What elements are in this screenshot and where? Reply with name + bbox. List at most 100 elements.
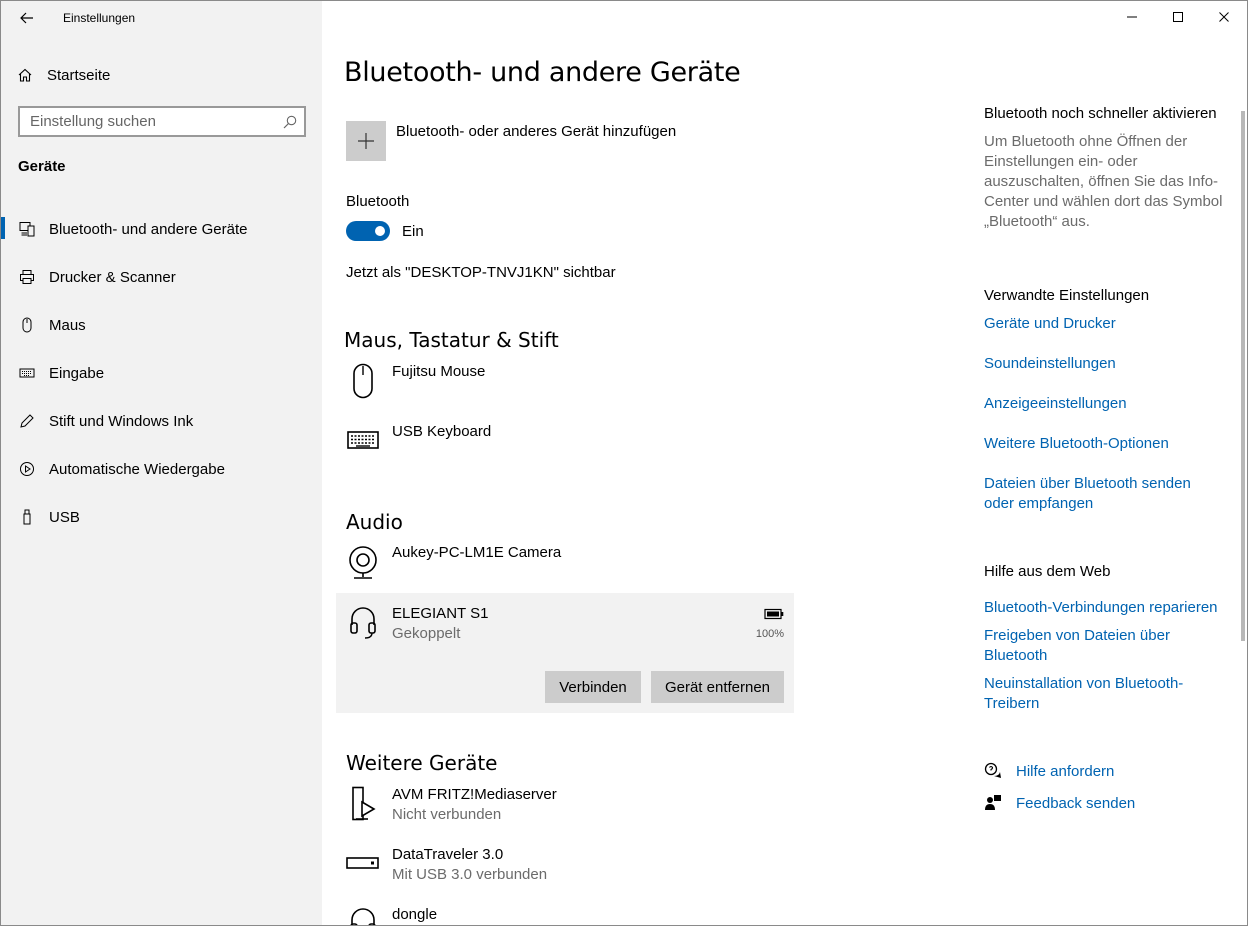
device-name: Fujitsu Mouse xyxy=(392,363,486,380)
sidebar-item-pen[interactable]: Stift und Windows Ink xyxy=(1,397,322,445)
get-help-link[interactable]: Hilfe anfordern xyxy=(984,762,1114,780)
sidebar-item-printers[interactable]: Drucker & Scanner xyxy=(1,253,322,301)
bluetooth-devices-icon xyxy=(18,220,36,238)
mouse-icon xyxy=(18,316,36,334)
sidebar-item-label: Automatische Wiedergabe xyxy=(49,460,225,478)
close-button[interactable] xyxy=(1201,1,1247,33)
sidebar-item-usb[interactable]: USB xyxy=(1,493,322,541)
device-item[interactable]: dongle xyxy=(346,906,794,925)
group-title-audio: Audio xyxy=(346,510,403,534)
minimize-button[interactable] xyxy=(1109,1,1155,33)
device-name: DataTraveler 3.0 xyxy=(392,846,504,863)
usb-drive-icon xyxy=(346,846,380,882)
sidebar-item-input[interactable]: Eingabe xyxy=(1,349,322,397)
battery-percent: 100% xyxy=(755,628,784,640)
link-display-settings[interactable]: Anzeigeeinstellungen xyxy=(984,394,1229,414)
back-arrow-icon xyxy=(20,12,33,24)
search-icon[interactable] xyxy=(282,114,298,130)
headset-icon xyxy=(346,605,380,641)
sidebar-item-label: Eingabe xyxy=(49,364,105,382)
sidebar-item-label: Stift und Windows Ink xyxy=(49,412,194,430)
link-repair-bluetooth[interactable]: Bluetooth-Verbindungen reparieren xyxy=(984,598,1234,618)
device-status: Mit USB 3.0 verbunden xyxy=(392,866,548,883)
minimize-icon xyxy=(1127,16,1137,18)
home-label: Startseite xyxy=(47,66,111,84)
settings-window: Einstellungen Startseite Geräte Bluetoot… xyxy=(0,0,1248,926)
device-item[interactable]: Fujitsu Mouse xyxy=(346,363,794,399)
device-status: Nicht verbunden xyxy=(392,806,502,823)
back-button[interactable] xyxy=(15,8,39,28)
remove-device-button[interactable]: Gerät entfernen xyxy=(651,671,784,703)
quick-toggle-description: Um Bluetooth ohne Öffnen der Einstellung… xyxy=(984,133,1223,230)
device-item[interactable]: USB Keyboard xyxy=(346,423,794,459)
sidebar-nav: Bluetooth- und andere Geräte Drucker & S… xyxy=(1,205,322,541)
device-status: Gekoppelt xyxy=(392,625,461,642)
webcam-icon xyxy=(346,544,380,580)
bluetooth-toggle-state: Ein xyxy=(402,223,424,240)
quick-toggle-title: Bluetooth noch schneller aktivieren xyxy=(984,105,1217,122)
sidebar: Einstellungen Startseite Geräte Bluetoot… xyxy=(1,1,322,925)
give-feedback-label: Feedback senden xyxy=(1016,794,1136,812)
link-more-bluetooth-options[interactable]: Weitere Bluetooth-Optionen xyxy=(984,434,1229,454)
add-device-label: Bluetooth- oder anderes Gerät hinzufügen xyxy=(396,123,677,140)
link-send-receive-files[interactable]: Dateien über Bluetooth senden oder empfa… xyxy=(984,474,1199,514)
close-icon xyxy=(1219,12,1229,22)
sidebar-item-mouse[interactable]: Maus xyxy=(1,301,322,349)
maximize-icon xyxy=(1173,12,1183,22)
home-link[interactable]: Startseite xyxy=(17,63,307,87)
help-chat-icon xyxy=(984,762,1001,778)
connect-button[interactable]: Verbinden xyxy=(545,671,641,703)
window-controls xyxy=(1109,1,1247,33)
link-sound-settings[interactable]: Soundeinstellungen xyxy=(984,354,1229,374)
app-title: Einstellungen xyxy=(63,11,136,25)
add-device-button[interactable]: Bluetooth- oder anderes Gerät hinzufügen xyxy=(346,121,676,161)
battery-icon xyxy=(764,608,784,620)
related-settings-title: Verwandte Einstellungen xyxy=(984,287,1150,304)
scrollbar[interactable] xyxy=(1241,111,1245,641)
sidebar-item-label: Drucker & Scanner xyxy=(49,268,176,286)
device-item[interactable]: DataTraveler 3.0 Mit USB 3.0 verbunden xyxy=(346,846,794,883)
group-title-other: Weitere Geräte xyxy=(346,751,498,775)
selected-device-panel[interactable]: ELEGIANT S1 Gekoppelt 100% Verbinden Ger… xyxy=(336,593,794,713)
get-help-label: Hilfe anfordern xyxy=(1016,762,1115,780)
link-reinstall-bluetooth-drivers[interactable]: Neuinstallation von Bluetooth-Treibern xyxy=(984,674,1194,714)
sidebar-item-label: Maus xyxy=(49,316,86,334)
device-item[interactable]: Aukey-PC-LM1E Camera xyxy=(346,544,794,580)
sidebar-section-title: Geräte xyxy=(18,158,66,175)
keyboard-icon xyxy=(18,364,36,382)
search-input[interactable] xyxy=(30,113,270,130)
maximize-button[interactable] xyxy=(1155,1,1201,33)
home-icon xyxy=(18,68,32,82)
add-tile xyxy=(346,121,386,161)
bluetooth-label: Bluetooth xyxy=(346,193,410,210)
sidebar-item-label: Bluetooth- und andere Geräte xyxy=(49,220,248,238)
group-title-mouse-keyboard: Maus, Tastatur & Stift xyxy=(344,328,559,352)
media-server-icon xyxy=(346,786,380,822)
sidebar-item-label: USB xyxy=(49,508,80,526)
discoverable-text: Jetzt als "DESKTOP-TNVJ1KN" sichtbar xyxy=(346,264,616,281)
search-box[interactable] xyxy=(18,106,306,137)
autoplay-icon xyxy=(18,460,36,478)
device-item[interactable]: ELEGIANT S1 Gekoppelt xyxy=(346,605,786,642)
sidebar-item-autoplay[interactable]: Automatische Wiedergabe xyxy=(1,445,322,493)
main-content: Bluetooth- und andere Geräte Bluetooth- … xyxy=(322,1,952,925)
device-name: Aukey-PC-LM1E Camera xyxy=(392,544,562,561)
device-name: ELEGIANT S1 xyxy=(392,605,489,622)
feedback-icon xyxy=(985,795,1001,810)
page-title: Bluetooth- und andere Geräte xyxy=(344,57,741,88)
give-feedback-link[interactable]: Feedback senden xyxy=(984,794,1135,812)
mouse-icon xyxy=(346,363,380,399)
web-help-title: Hilfe aus dem Web xyxy=(984,563,1111,580)
link-share-files-bluetooth[interactable]: Freigeben von Dateien über Bluetooth xyxy=(984,626,1184,666)
pen-icon xyxy=(18,412,36,430)
headset-icon xyxy=(346,906,380,925)
device-name: AVM FRITZ!Mediaserver xyxy=(392,786,557,803)
plus-icon xyxy=(358,133,374,149)
device-item[interactable]: AVM FRITZ!Mediaserver Nicht verbunden xyxy=(346,786,794,823)
keyboard-icon xyxy=(346,423,380,459)
sidebar-item-bluetooth[interactable]: Bluetooth- und andere Geräte xyxy=(1,205,322,253)
printer-icon xyxy=(18,268,36,286)
bluetooth-toggle[interactable] xyxy=(346,221,390,241)
link-devices-printers[interactable]: Geräte und Drucker xyxy=(984,314,1229,334)
usb-icon xyxy=(18,508,36,526)
